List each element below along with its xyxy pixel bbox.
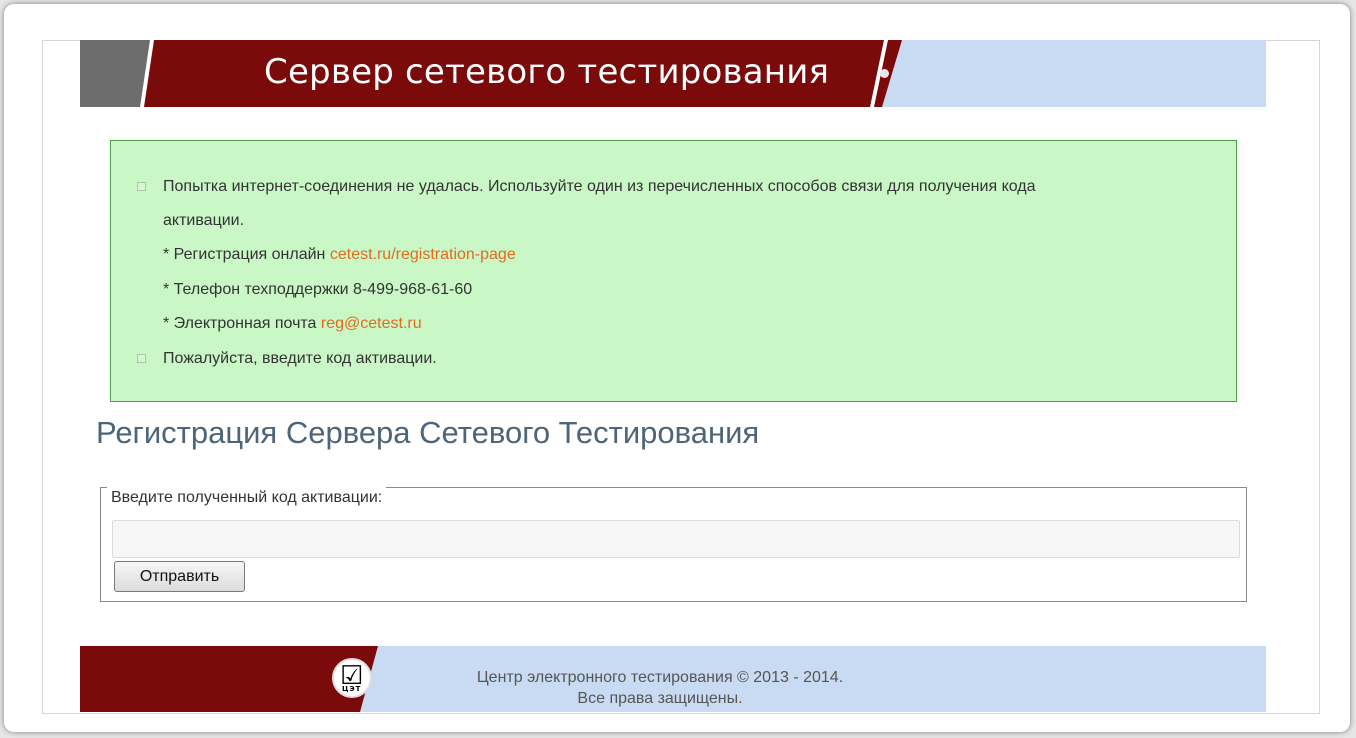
alert-message-connection-failed: Попытка интернет-соединения не удалась. …: [163, 178, 1036, 195]
alert-message-connection-failed-cont: активации.: [163, 212, 245, 229]
banner-light-block: [860, 40, 1266, 107]
activation-alert: Попытка интернет-соединения не удалась. …: [110, 140, 1237, 402]
footer: ☑ ЦЭТ Центр электронного тестирования © …: [80, 646, 1266, 712]
registration-link[interactable]: cetest.ru/registration-page: [330, 246, 516, 263]
banner-dot-icon: [880, 69, 889, 78]
activation-form: Введите полученный код активации: Отправ…: [100, 487, 1247, 602]
footer-copyright: Центр электронного тестирования © 2013 -…: [410, 667, 910, 709]
email-label: * Электронная почта: [163, 315, 321, 332]
activation-code-legend: Введите полученный код активации:: [107, 487, 387, 509]
activation-code-input[interactable]: [112, 520, 1240, 558]
alert-email: * Электронная почта reg@cetest.ru: [163, 314, 422, 334]
rights-text: Все права защищены.: [577, 690, 743, 707]
alert-support-phone: * Телефон техподдержки 8-499-968-61-60: [163, 281, 473, 298]
bullet-icon: [137, 354, 146, 363]
email-link[interactable]: reg@cetest.ru: [321, 315, 422, 332]
header-banner: Сервер сетевого тестирования: [80, 40, 1266, 107]
page-title: Сервер сетевого тестирования: [264, 52, 830, 92]
cet-logo: ☑ ЦЭТ: [332, 658, 372, 698]
logo-text: ЦЭТ: [342, 685, 362, 693]
browser-window: Сервер сетевого тестирования Попытка инт…: [4, 4, 1350, 732]
registration-heading: Регистрация Сервера Сетевого Тестировани…: [96, 415, 760, 450]
bullet-icon: [137, 182, 146, 191]
copyright-text: Центр электронного тестирования © 2013 -…: [476, 669, 844, 686]
online-registration-label: * Регистрация онлайн: [163, 246, 330, 263]
submit-button[interactable]: Отправить: [114, 561, 245, 592]
alert-enter-code-prompt: Пожалуйста, введите код активации.: [163, 350, 437, 367]
alert-online-registration: * Регистрация онлайн cetest.ru/registrat…: [163, 245, 516, 265]
